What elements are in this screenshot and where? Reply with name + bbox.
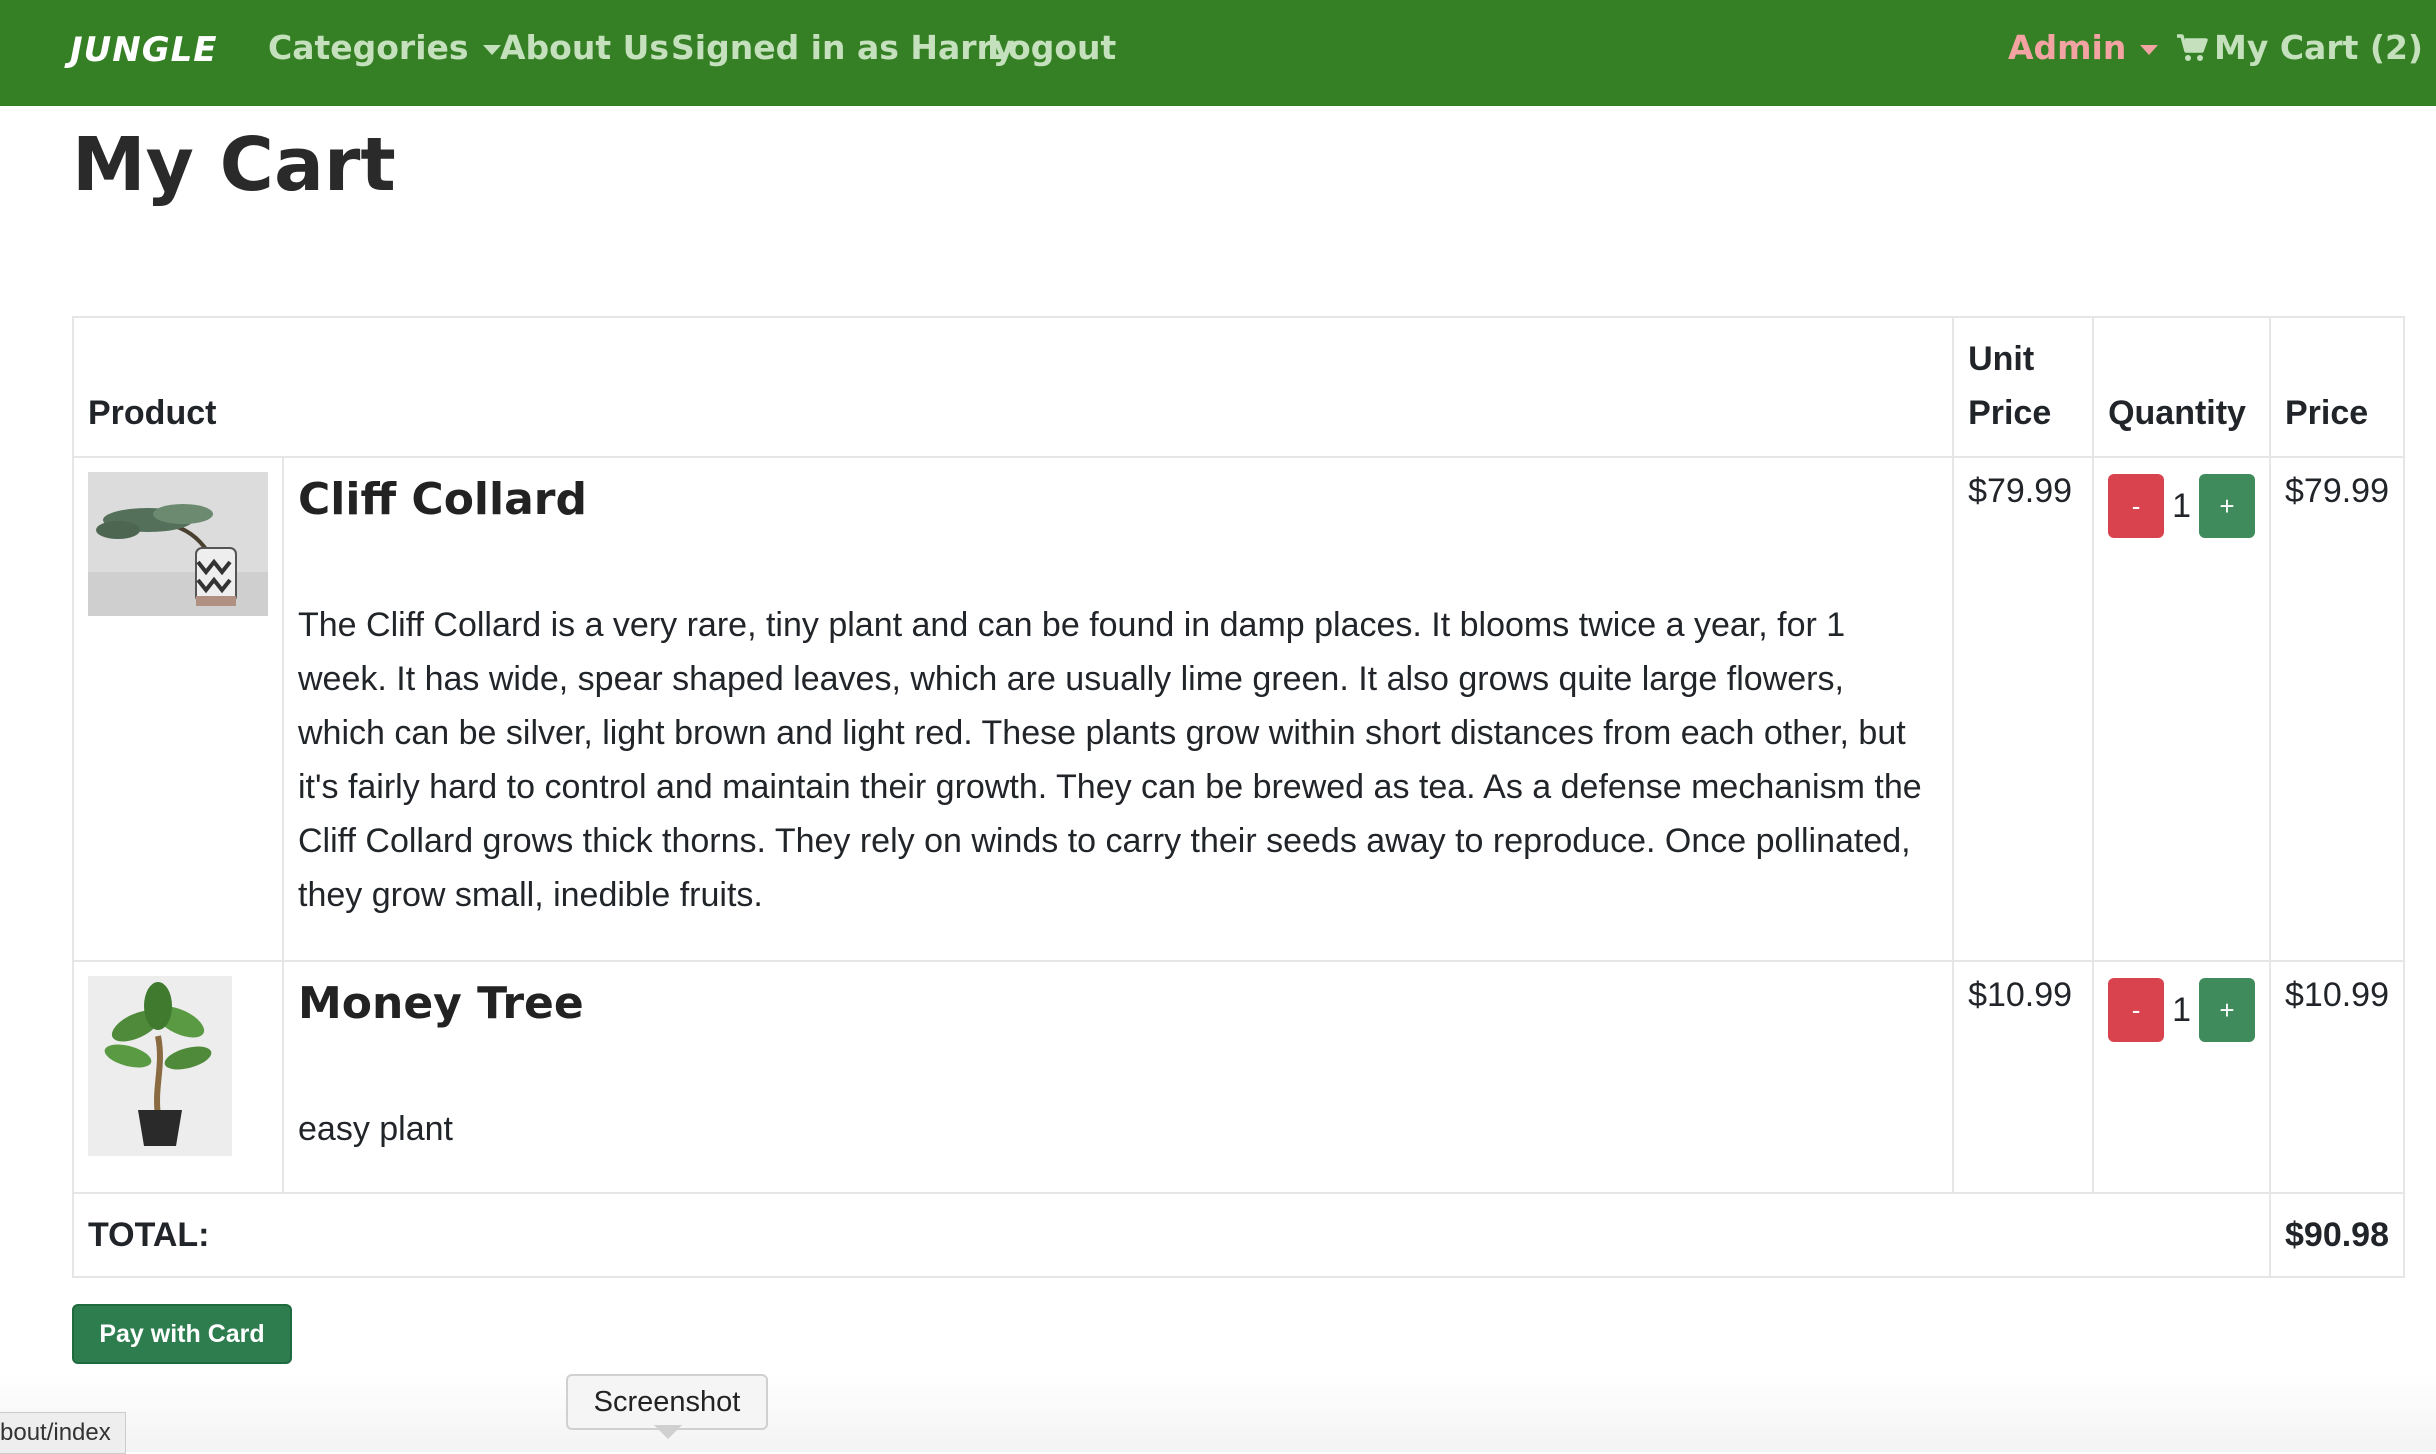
page-title: My Cart [72, 122, 396, 208]
nav-cart-link[interactable]: My Cart (2) [2176, 28, 2423, 67]
bottom-fade [0, 1372, 2436, 1452]
total-row: TOTAL: $90.98 [72, 1192, 2405, 1278]
status-url-bar: bout/index [0, 1412, 126, 1454]
total-value: $90.98 [2269, 1192, 2405, 1278]
product-description: easy plant [298, 1110, 453, 1148]
total-label: TOTAL: [72, 1192, 2271, 1278]
header-unit-price-line2: Price [1968, 394, 2052, 432]
header-quantity: Quantity [2092, 316, 2271, 458]
header-product: Product [71, 316, 1955, 458]
nav-categories-label: Categories [268, 28, 469, 67]
unit-price: $10.99 [1952, 960, 2095, 1194]
nav-about-link[interactable]: About Us [500, 28, 669, 67]
quantity-stepper: - 1 + [2108, 474, 2255, 538]
line-price: $10.99 [2269, 960, 2405, 1194]
increase-quantity-button[interactable]: + [2199, 474, 2255, 538]
screenshot-tooltip: Screenshot [566, 1374, 768, 1430]
nav-admin-dropdown[interactable]: Admin [2008, 28, 2159, 67]
quantity-stepper: - 1 + [2108, 978, 2255, 1042]
decrease-quantity-button[interactable]: - [2108, 474, 2165, 538]
product-image-cell [72, 960, 284, 1194]
nav-cart-label: My Cart (2) [2214, 28, 2423, 67]
nav-logout-link[interactable]: Logout [987, 28, 1116, 67]
cart-icon [2177, 34, 2208, 61]
quantity-value: 1 [2172, 486, 2191, 525]
product-description: The Cliff Collard is a very rare, tiny p… [298, 606, 1922, 914]
cart-table: Product Unit Price Quantity Price Cliff … [71, 316, 2405, 1278]
brand-logo[interactable]: JUNGLE [70, 30, 218, 70]
tooltip-arrow [654, 1425, 682, 1439]
product-name[interactable]: Money Tree [298, 976, 1938, 1032]
chevron-down-icon [2140, 44, 2159, 55]
header-price: Price [2269, 316, 2405, 458]
line-price: $79.99 [2269, 456, 2405, 962]
decrease-quantity-button[interactable]: - [2108, 978, 2165, 1042]
pay-with-card-button[interactable]: Pay with Card [72, 1304, 292, 1364]
product-name[interactable]: Cliff Collard [298, 472, 1938, 528]
product-info-cell: Money Tree easy plant [281, 960, 1955, 1194]
nav-categories-dropdown[interactable]: Categories [268, 28, 501, 67]
navbar: JUNGLE Categories About Us Signed in as … [0, 0, 2436, 106]
quantity-cell: - 1 + [2092, 960, 2271, 1194]
cliff-collard-image [88, 472, 268, 616]
table-row: Money Tree easy plant $10.99 - 1 + $10.9… [72, 960, 2405, 1194]
nav-signed-in-text: Signed in as Harry [671, 28, 1015, 67]
money-tree-image [88, 976, 232, 1156]
increase-quantity-button[interactable]: + [2199, 978, 2255, 1042]
unit-price: $79.99 [1952, 456, 2095, 962]
table-header-row: Product Unit Price Quantity Price [71, 316, 2405, 458]
chevron-down-icon [482, 44, 501, 55]
quantity-value: 1 [2172, 990, 2191, 1029]
table-row: Cliff Collard The Cliff Collard is a ver… [72, 456, 2405, 962]
quantity-cell: - 1 + [2092, 456, 2271, 962]
product-image-cell [72, 456, 284, 962]
product-info-cell: Cliff Collard The Cliff Collard is a ver… [281, 456, 1955, 962]
header-unit-price: Unit Price [1952, 316, 2095, 458]
nav-admin-label: Admin [2008, 28, 2127, 67]
header-unit-price-line1: Unit [1968, 340, 2035, 378]
